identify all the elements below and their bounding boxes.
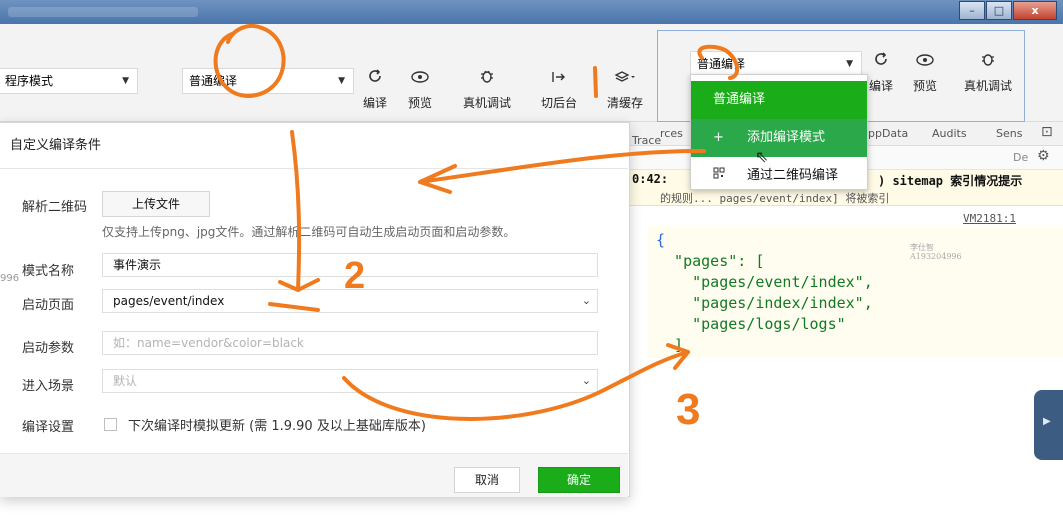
upload-file-button[interactable]: 上传文件 [102, 191, 210, 217]
filter-input[interactable]: De [1013, 151, 1028, 164]
scene-value: 默认 [113, 374, 138, 388]
json-line: "pages/logs/logs" [656, 315, 846, 333]
maximize-button[interactable]: □ [986, 1, 1012, 20]
mode-select[interactable]: 程序模式 ▼ [0, 68, 138, 94]
side-panel-toggle[interactable]: ▶ [1034, 390, 1063, 460]
compile-select[interactable]: 普通编译 ▼ [182, 68, 354, 94]
start-page-select[interactable]: pages/event/index ⌄ [102, 289, 598, 313]
add-compile-mode-label: 添加编译模式 [747, 130, 826, 145]
plus-icon: + [713, 130, 724, 145]
qrcode-icon [713, 157, 725, 195]
chevron-down-icon: ▼ [338, 76, 345, 86]
eye-icon [900, 51, 950, 75]
cancel-button[interactable]: 取消 [454, 467, 520, 493]
preview-label: 预览 [407, 96, 432, 110]
play-icon: ▶ [1043, 416, 1051, 427]
devtools-tab[interactable]: rces [660, 127, 683, 140]
window-controls: – □ x [958, 1, 1057, 20]
json-output: { "pages": [ "pages/event/index", "pages… [648, 226, 1063, 358]
inset-preview-label: 预览 [912, 79, 937, 93]
chevron-down-icon: ▼ [846, 59, 853, 69]
start-page-value: pages/event/index [113, 294, 225, 308]
side-number: 996 [0, 273, 20, 284]
dropdown-item-add-compile-mode[interactable]: + 添加编译模式 [691, 119, 867, 157]
inset-debug-button[interactable]: 真机调试 [963, 51, 1013, 94]
bug-icon [963, 51, 1013, 75]
window-title-blurred [8, 7, 198, 17]
qrcode-compile-label: 通过二维码编译 [747, 168, 839, 183]
background-label: 切后台 [540, 96, 577, 110]
simulate-update-label: 下次编译时模拟更新 (需 1.9.90 及以上基础库版本) [128, 419, 426, 434]
simulate-update-checkbox[interactable] [104, 418, 117, 431]
start-params-input[interactable]: 如：name=vendor&color=black [102, 331, 598, 355]
confirm-button[interactable]: 确定 [538, 467, 620, 493]
inset-preview-button[interactable]: 预览 [900, 51, 950, 94]
chevron-down-icon: ⌄ [581, 294, 591, 307]
switch-background-icon [534, 68, 584, 92]
scene-select[interactable]: 默认 ⌄ [102, 369, 598, 393]
compile-label: 编译 [362, 96, 387, 110]
eye-icon [395, 68, 445, 92]
start-page-label: 启动页面 [22, 298, 75, 313]
gear-icon[interactable]: ⚙ [1037, 148, 1050, 164]
json-line: "pages/index/index", [656, 294, 873, 312]
dropdown-item-normal-compile[interactable]: 普通编译 [691, 81, 867, 119]
compile-mode-dropdown: 普通编译 + 添加编译模式 通过二维码编译 ⇖ [690, 74, 868, 190]
compile-settings-label: 编译设置 [22, 420, 75, 435]
mode-name-label: 模式名称 [22, 264, 75, 279]
custom-compile-dialog: 自定义编译条件 解析二维码 上传文件 仅支持上传png、jpg文件。通过解析二维… [0, 122, 630, 497]
scene-label: 进入场景 [22, 379, 75, 394]
devtools-tab[interactable]: Audits [932, 127, 967, 140]
close-button[interactable]: x [1013, 1, 1057, 20]
dialog-title: 自定义编译条件 [0, 123, 628, 169]
remote-debug-label: 真机调试 [462, 96, 511, 110]
remote-debug-button[interactable]: 真机调试 [462, 68, 512, 111]
json-line: { [656, 231, 666, 249]
mouse-cursor-icon: ⇖ [755, 147, 769, 166]
json-line: "pages/event/index", [656, 273, 873, 291]
start-params-label: 启动参数 [22, 341, 75, 356]
background-button[interactable]: 切后台 [534, 68, 584, 111]
watermark-id: A193204996 [910, 252, 962, 261]
chevron-down-icon: ▼ [122, 76, 129, 86]
compile-button[interactable]: 编译 [350, 68, 400, 111]
json-line: ] [656, 336, 684, 354]
dialog-footer: 取消 确定 [0, 453, 628, 497]
console-source-link[interactable]: VM2181:1 [963, 212, 1016, 225]
clear-cache-button[interactable]: 清缓存 [600, 68, 650, 111]
layers-icon [600, 68, 650, 92]
compile-select-value: 普通编译 [189, 74, 238, 88]
console-time: 0:42: [632, 172, 669, 186]
preview-button[interactable]: 预览 [395, 68, 445, 111]
inset-debug-label: 真机调试 [963, 79, 1012, 93]
clear-cache-label: 清缓存 [606, 96, 643, 110]
devtools-tab[interactable]: ppData [868, 127, 908, 140]
upload-hint: 仅支持上传png、jpg文件。通过解析二维码可自动生成启动页面和启动参数。 [102, 225, 516, 239]
mode-select-value: 程序模式 [5, 74, 54, 88]
minimize-button[interactable]: – [959, 1, 985, 20]
chevron-down-icon: ⌄ [581, 374, 591, 387]
refresh-icon [350, 68, 400, 92]
mode-name-input[interactable]: 事件演示 [102, 253, 598, 277]
dock-icon[interactable]: ⊡ [1041, 124, 1053, 140]
bug-icon [462, 68, 512, 92]
json-line: "pages": [ [656, 252, 765, 270]
qrcode-label: 解析二维码 [22, 200, 88, 215]
inset-compile-value: 普通编译 [697, 57, 746, 71]
dropdown-item-qrcode-compile[interactable]: 通过二维码编译 [691, 157, 867, 195]
devtools-tab[interactable]: Sens [996, 127, 1022, 140]
window-titlebar: – □ x [0, 0, 1063, 24]
refresh-icon [856, 51, 906, 75]
console-title: ) sitemap 索引情况提示 [878, 174, 1023, 188]
